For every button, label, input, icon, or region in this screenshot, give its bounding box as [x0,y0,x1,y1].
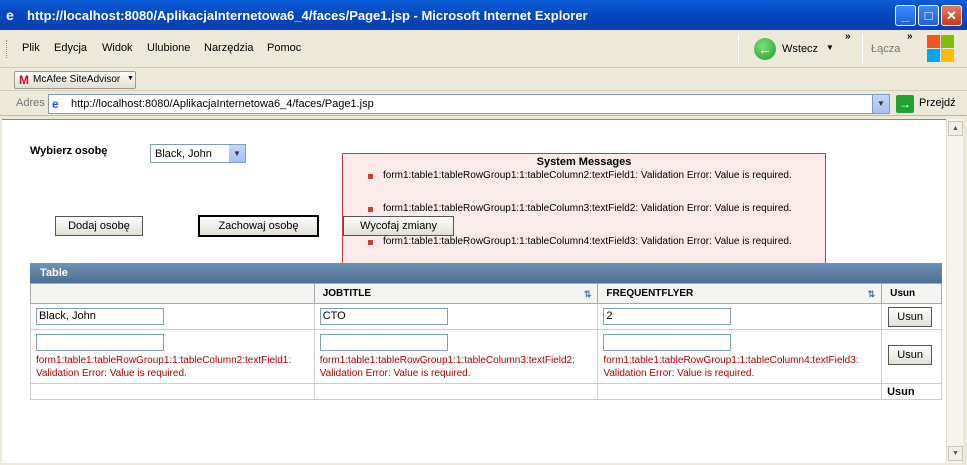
chevron-down-icon: ▼ [127,75,134,82]
back-label: Wstecz [782,43,819,55]
table-header-row: JOBTITLE ⇅ FREQUENTFLYER ⇅ Usun [30,283,942,304]
menu-ulubione[interactable]: Ulubione [147,42,190,54]
chevron-more-icon[interactable]: » [845,31,851,42]
chevron-down-icon[interactable]: ▼ [872,95,889,113]
field-error: form1:table1:tableRowGroup1:1:tableColum… [603,355,859,379]
table-row: Black, John CTO 2 Usun [30,303,942,330]
field-error: form1:table1:tableRowGroup1:1:tableColum… [36,355,292,379]
windows-logo-icon [926,34,956,64]
page-content: Wybierz osobę Black, John ▼ Dodaj osobę … [2,119,946,463]
bullet-icon [368,207,373,212]
address-bar: Adres e http://localhost:8080/AplikacjaI… [0,92,967,116]
column-header-frequentflyer-label: FREQUENTFLYER [606,288,694,299]
vertical-scrollbar[interactable]: ▲ ▼ [946,119,963,463]
window-title: http://localhost:8080/AplikacjaInterneto… [27,8,588,23]
frequentflyer-field[interactable] [603,334,732,351]
system-messages-box: System Messages form1:table1:tableRowGro… [342,153,826,265]
minimize-button[interactable]: _ [895,5,916,26]
frequentflyer-field[interactable]: 2 [603,308,732,325]
column-header-jobtitle[interactable]: JOBTITLE ⇅ [313,283,599,304]
mcafee-siteadvisor-button[interactable]: M McAfee SiteAdvisor ▼ [14,71,136,89]
mcafee-label: McAfee SiteAdvisor [33,74,121,85]
menu-edycja[interactable]: Edycja [54,42,87,54]
chevron-down-icon[interactable]: ▼ [826,43,834,52]
address-input[interactable]: e http://localhost:8080/AplikacjaInterne… [48,94,890,114]
go-arrow-icon[interactable]: → [896,95,914,113]
message-item: form1:table1:tableRowGroup1:1:tableColum… [383,170,792,181]
mcafee-logo-icon: M [19,73,29,87]
add-person-button[interactable]: Dodaj osobę [55,216,143,236]
bullet-icon [368,240,373,245]
jobtitle-field[interactable] [319,334,448,351]
column-header-frequentflyer[interactable]: FREQUENTFLYER ⇅ [597,283,883,304]
person-select-value: Black, John [155,148,212,160]
table-row: form1:table1:tableRowGroup1:1:tableColum… [30,329,942,384]
menu-separator [738,34,739,64]
people-table: Table JOBTITLE ⇅ FREQUENTFLYER ⇅ Usun Blac… [30,263,942,400]
sort-icon[interactable]: ⇅ [868,289,876,300]
mcafee-toolbar: M McAfee SiteAdvisor ▼ [0,69,967,91]
menu-widok[interactable]: Widok [102,42,133,54]
scroll-down-icon[interactable]: ▼ [948,446,963,461]
message-item: form1:table1:tableRowGroup1:1:tableColum… [383,203,792,214]
address-label: Adres [16,97,45,109]
column-header-jobtitle-label: JOBTITLE [322,288,372,299]
menu-bar: Plik Edycja Widok Ulubione Narzędzia Pom… [0,30,967,68]
pick-person-label: Wybierz osobę [30,145,108,157]
ie-page-icon: e [52,97,59,111]
address-url[interactable]: http://localhost:8080/AplikacjaInterneto… [71,98,374,110]
revert-changes-button[interactable]: Wycofaj zmiany [343,216,454,236]
go-button[interactable]: Przejdź [919,97,956,109]
name-field[interactable]: Black, John [36,308,164,325]
menu-plik[interactable]: Plik [22,42,40,54]
scroll-up-icon[interactable]: ▲ [948,121,963,136]
bullet-icon [368,174,373,179]
name-field[interactable] [36,334,164,351]
ie-page-icon: e [6,7,14,23]
close-button[interactable]: ✕ [941,5,962,26]
menu-narzedzia[interactable]: Narzędzia [204,42,254,54]
chevron-down-icon[interactable]: ▼ [229,145,245,162]
column-header-name [30,283,315,304]
jobtitle-field[interactable]: CTO [319,308,448,325]
menu-separator [862,34,863,64]
title-bar: e http://localhost:8080/AplikacjaInterne… [0,0,967,30]
sort-icon[interactable]: ⇅ [584,289,592,300]
save-person-button[interactable]: Zachowaj osobę [198,215,319,237]
field-error: form1:table1:tableRowGroup1:1:tableColum… [319,355,575,379]
footer-usun-label: Usun [881,383,942,400]
delete-row-button[interactable]: Usun [888,345,933,365]
delete-row-button[interactable]: Usun [888,307,933,327]
chevron-more-icon[interactable]: » [907,31,913,42]
table-title: Table [30,263,942,283]
back-arrow-icon: ← [754,38,776,60]
menu-pomoc[interactable]: Pomoc [267,42,301,54]
message-item: form1:table1:tableRowGroup1:1:tableColum… [383,236,792,247]
maximize-button[interactable]: □ [918,5,939,26]
person-select[interactable]: Black, John ▼ [150,144,246,163]
table-footer-row: Usun [30,383,942,400]
column-header-usun: Usun [881,283,942,304]
links-label[interactable]: Łącza [871,43,900,55]
system-messages-title: System Messages [536,156,632,168]
toolbar-grip[interactable] [6,40,9,58]
